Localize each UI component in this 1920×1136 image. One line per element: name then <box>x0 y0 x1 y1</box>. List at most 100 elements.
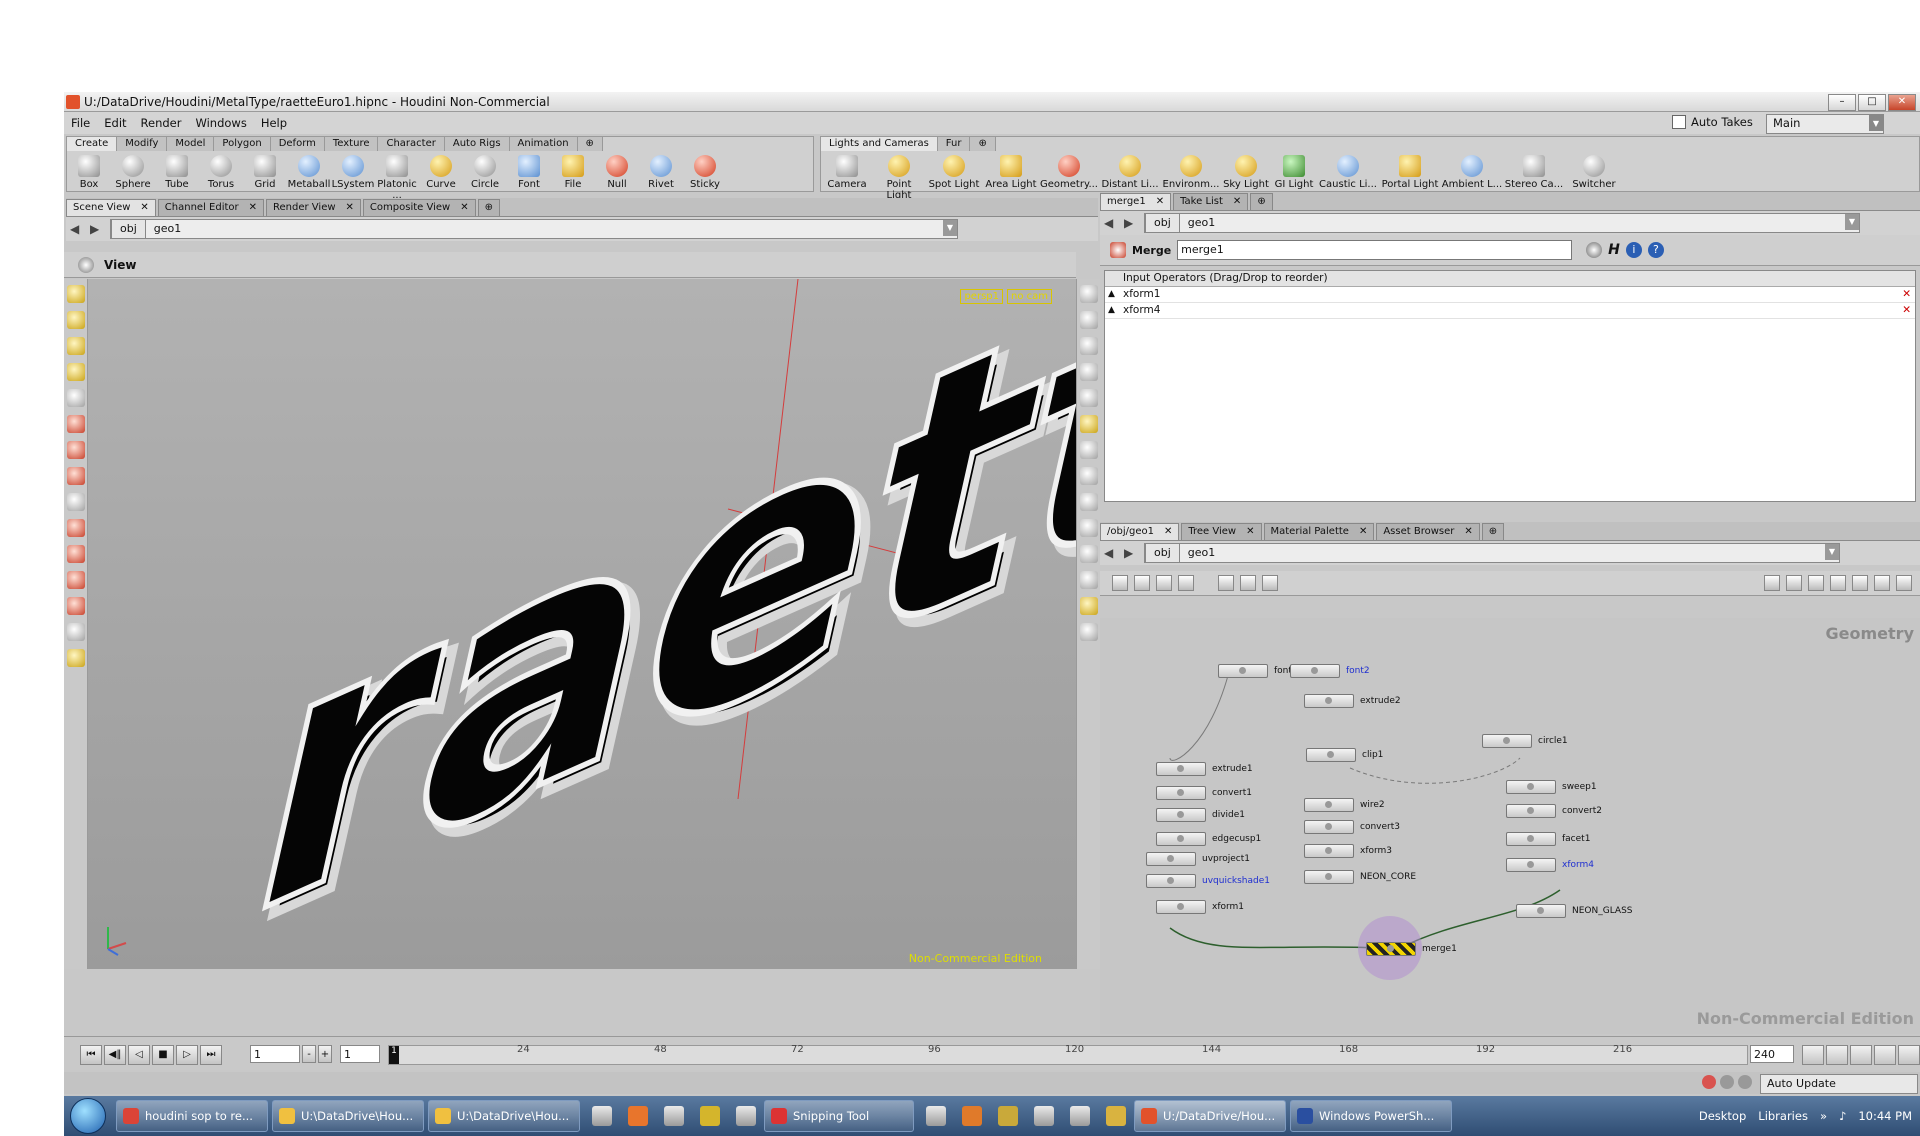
tool-circle[interactable]: Circle <box>463 153 507 201</box>
shelf-tab-fur[interactable]: Fur <box>937 137 971 151</box>
node-wire2[interactable]: wire2 <box>1304 798 1385 812</box>
list-item[interactable]: ▲ xform4 ✕ <box>1105 303 1915 319</box>
grid-display-icon[interactable] <box>1079 519 1098 537</box>
path-obj[interactable]: obj <box>1145 543 1180 563</box>
tool-geometry-light[interactable]: Geometry... <box>1039 153 1099 201</box>
normals-icon[interactable] <box>1079 441 1098 459</box>
paint-icon[interactable] <box>66 597 85 615</box>
select-edges-icon[interactable] <box>66 337 85 355</box>
tree-layout-icon[interactable] <box>1830 575 1846 591</box>
tab-take-list[interactable]: Take List ✕ <box>1173 193 1249 210</box>
path-obj[interactable]: obj <box>111 219 146 239</box>
close-button[interactable]: ✕ <box>1888 94 1916 111</box>
app-icon[interactable] <box>1034 1106 1054 1126</box>
node-xform4[interactable]: xform4 <box>1506 858 1594 872</box>
audio-icon[interactable] <box>1874 1045 1896 1065</box>
connect-icon[interactable] <box>1786 575 1802 591</box>
node-facet1[interactable]: facet1 <box>1506 832 1590 846</box>
handle-icon[interactable] <box>66 519 85 537</box>
list-item[interactable]: ▲ xform1 ✕ <box>1105 287 1915 303</box>
menu-help[interactable]: Help <box>254 116 294 130</box>
render-region-icon[interactable] <box>66 649 85 667</box>
end-frame-field[interactable]: 240 <box>1750 1045 1794 1063</box>
shelf-tab-character[interactable]: Character <box>378 137 445 151</box>
close-icon[interactable]: ✕ <box>1164 524 1172 540</box>
close-icon[interactable]: ✕ <box>249 200 257 216</box>
node-edgecusp1[interactable]: edgecusp1 <box>1156 832 1261 846</box>
menu-file[interactable]: File <box>64 116 97 130</box>
menu-render[interactable]: Render <box>134 116 189 130</box>
node-font2[interactable]: font2 <box>1290 664 1370 678</box>
minimize-button[interactable]: – <box>1828 94 1856 111</box>
tab-composite-view[interactable]: Composite View ✕ <box>362 199 476 216</box>
tool-grid[interactable]: Grid <box>243 153 287 201</box>
tool-platonic[interactable]: Platonic ... <box>375 153 419 201</box>
tool-font[interactable]: Font <box>507 153 551 201</box>
tab-material-palette[interactable]: Material Palette ✕ <box>1263 523 1375 540</box>
viewport[interactable]: raette raette persp1 no cam Non-Commerci… <box>88 279 1076 969</box>
increment-frame-button[interactable]: + <box>318 1045 332 1063</box>
delete-icon[interactable]: ✕ <box>1902 303 1911 318</box>
close-icon[interactable]: ✕ <box>1156 194 1164 210</box>
network-canvas[interactable]: font1 font2 extrude2 circle1 extrude1 cl… <box>1100 618 1920 1034</box>
menu-windows[interactable]: Windows <box>188 116 253 130</box>
path-geo1[interactable]: geo1 <box>1180 214 1223 232</box>
ghost-icon[interactable] <box>1079 415 1098 433</box>
close-icon[interactable]: ✕ <box>1359 524 1367 540</box>
template-icon[interactable] <box>1079 493 1098 511</box>
node-clip1[interactable]: clip1 <box>1306 748 1383 762</box>
arrow-icon[interactable] <box>66 389 85 407</box>
node-extrude2[interactable]: extrude2 <box>1304 694 1401 708</box>
layout-icon[interactable] <box>1079 597 1098 615</box>
tool-sphere[interactable]: Sphere <box>111 153 155 201</box>
tab-merge1[interactable]: merge1 ✕ <box>1100 193 1172 210</box>
pivot-icon[interactable] <box>66 493 85 511</box>
play-icon[interactable]: ▷ <box>176 1045 198 1065</box>
tab-render-view[interactable]: Render View ✕ <box>266 199 361 216</box>
back-icon[interactable]: ◀ <box>70 222 84 236</box>
shelf-tab-animation[interactable]: Animation <box>509 137 578 151</box>
network-path-combo[interactable]: obj geo1 ▼ <box>1144 543 1840 563</box>
magnet-icon[interactable] <box>66 545 85 563</box>
snapshot-icon[interactable] <box>1079 571 1098 589</box>
arrow-up-icon[interactable]: ▲ <box>1108 303 1115 318</box>
gear-icon[interactable] <box>1586 242 1603 258</box>
app-icon[interactable] <box>1106 1106 1126 1126</box>
desktop-toolbar[interactable]: Desktop <box>1699 1109 1746 1123</box>
app-icon[interactable] <box>926 1106 946 1126</box>
tool-spot-light[interactable]: Spot Light <box>925 153 983 201</box>
network-box-icon[interactable] <box>1178 575 1194 591</box>
clock-icon[interactable] <box>1826 1045 1848 1065</box>
tree-icon[interactable] <box>1112 575 1128 591</box>
shelf-tab-modify[interactable]: Modify <box>117 137 168 151</box>
camera-view-icon[interactable] <box>1079 545 1098 563</box>
select-icon[interactable] <box>66 285 85 303</box>
numbers-icon[interactable] <box>1079 467 1098 485</box>
auto-takes-checkbox[interactable] <box>1672 115 1686 129</box>
auto-takes-toggle[interactable]: Auto Takes <box>1672 115 1753 129</box>
node-sweep1[interactable]: sweep1 <box>1506 780 1597 794</box>
arrow-up-icon[interactable]: ▲ <box>1108 287 1115 302</box>
app-icon[interactable] <box>998 1106 1018 1126</box>
forward-icon[interactable]: ▶ <box>1124 216 1138 230</box>
close-icon[interactable]: ✕ <box>1233 194 1241 210</box>
node-neon-core[interactable]: NEON_CORE <box>1304 870 1416 884</box>
step-back-icon[interactable]: ◀‖ <box>104 1045 126 1065</box>
tool-metaball[interactable]: Metaball <box>287 153 331 201</box>
delete-icon[interactable]: ✕ <box>1902 287 1911 302</box>
path-geo1[interactable]: geo1 <box>146 220 189 238</box>
align-icon[interactable] <box>1808 575 1824 591</box>
app-icon[interactable] <box>700 1106 720 1126</box>
tool-camera[interactable]: Camera <box>821 153 873 201</box>
decrement-frame-button[interactable]: - <box>302 1045 316 1063</box>
database-icon[interactable] <box>1262 575 1278 591</box>
bug-icon[interactable] <box>664 1106 684 1126</box>
forward-icon[interactable]: ▶ <box>1124 546 1138 560</box>
tool-sticky[interactable]: Sticky <box>683 153 727 201</box>
tool-point-light[interactable]: Point Light <box>873 153 925 201</box>
points-icon[interactable] <box>1079 389 1098 407</box>
tray-clock[interactable]: 10:44 PM <box>1858 1109 1912 1123</box>
node-extrude1[interactable]: extrude1 <box>1156 762 1253 776</box>
shelf-tab-deform[interactable]: Deform <box>270 137 325 151</box>
task-explorer-2[interactable]: U:\DataDrive\Hou... <box>428 1100 580 1132</box>
